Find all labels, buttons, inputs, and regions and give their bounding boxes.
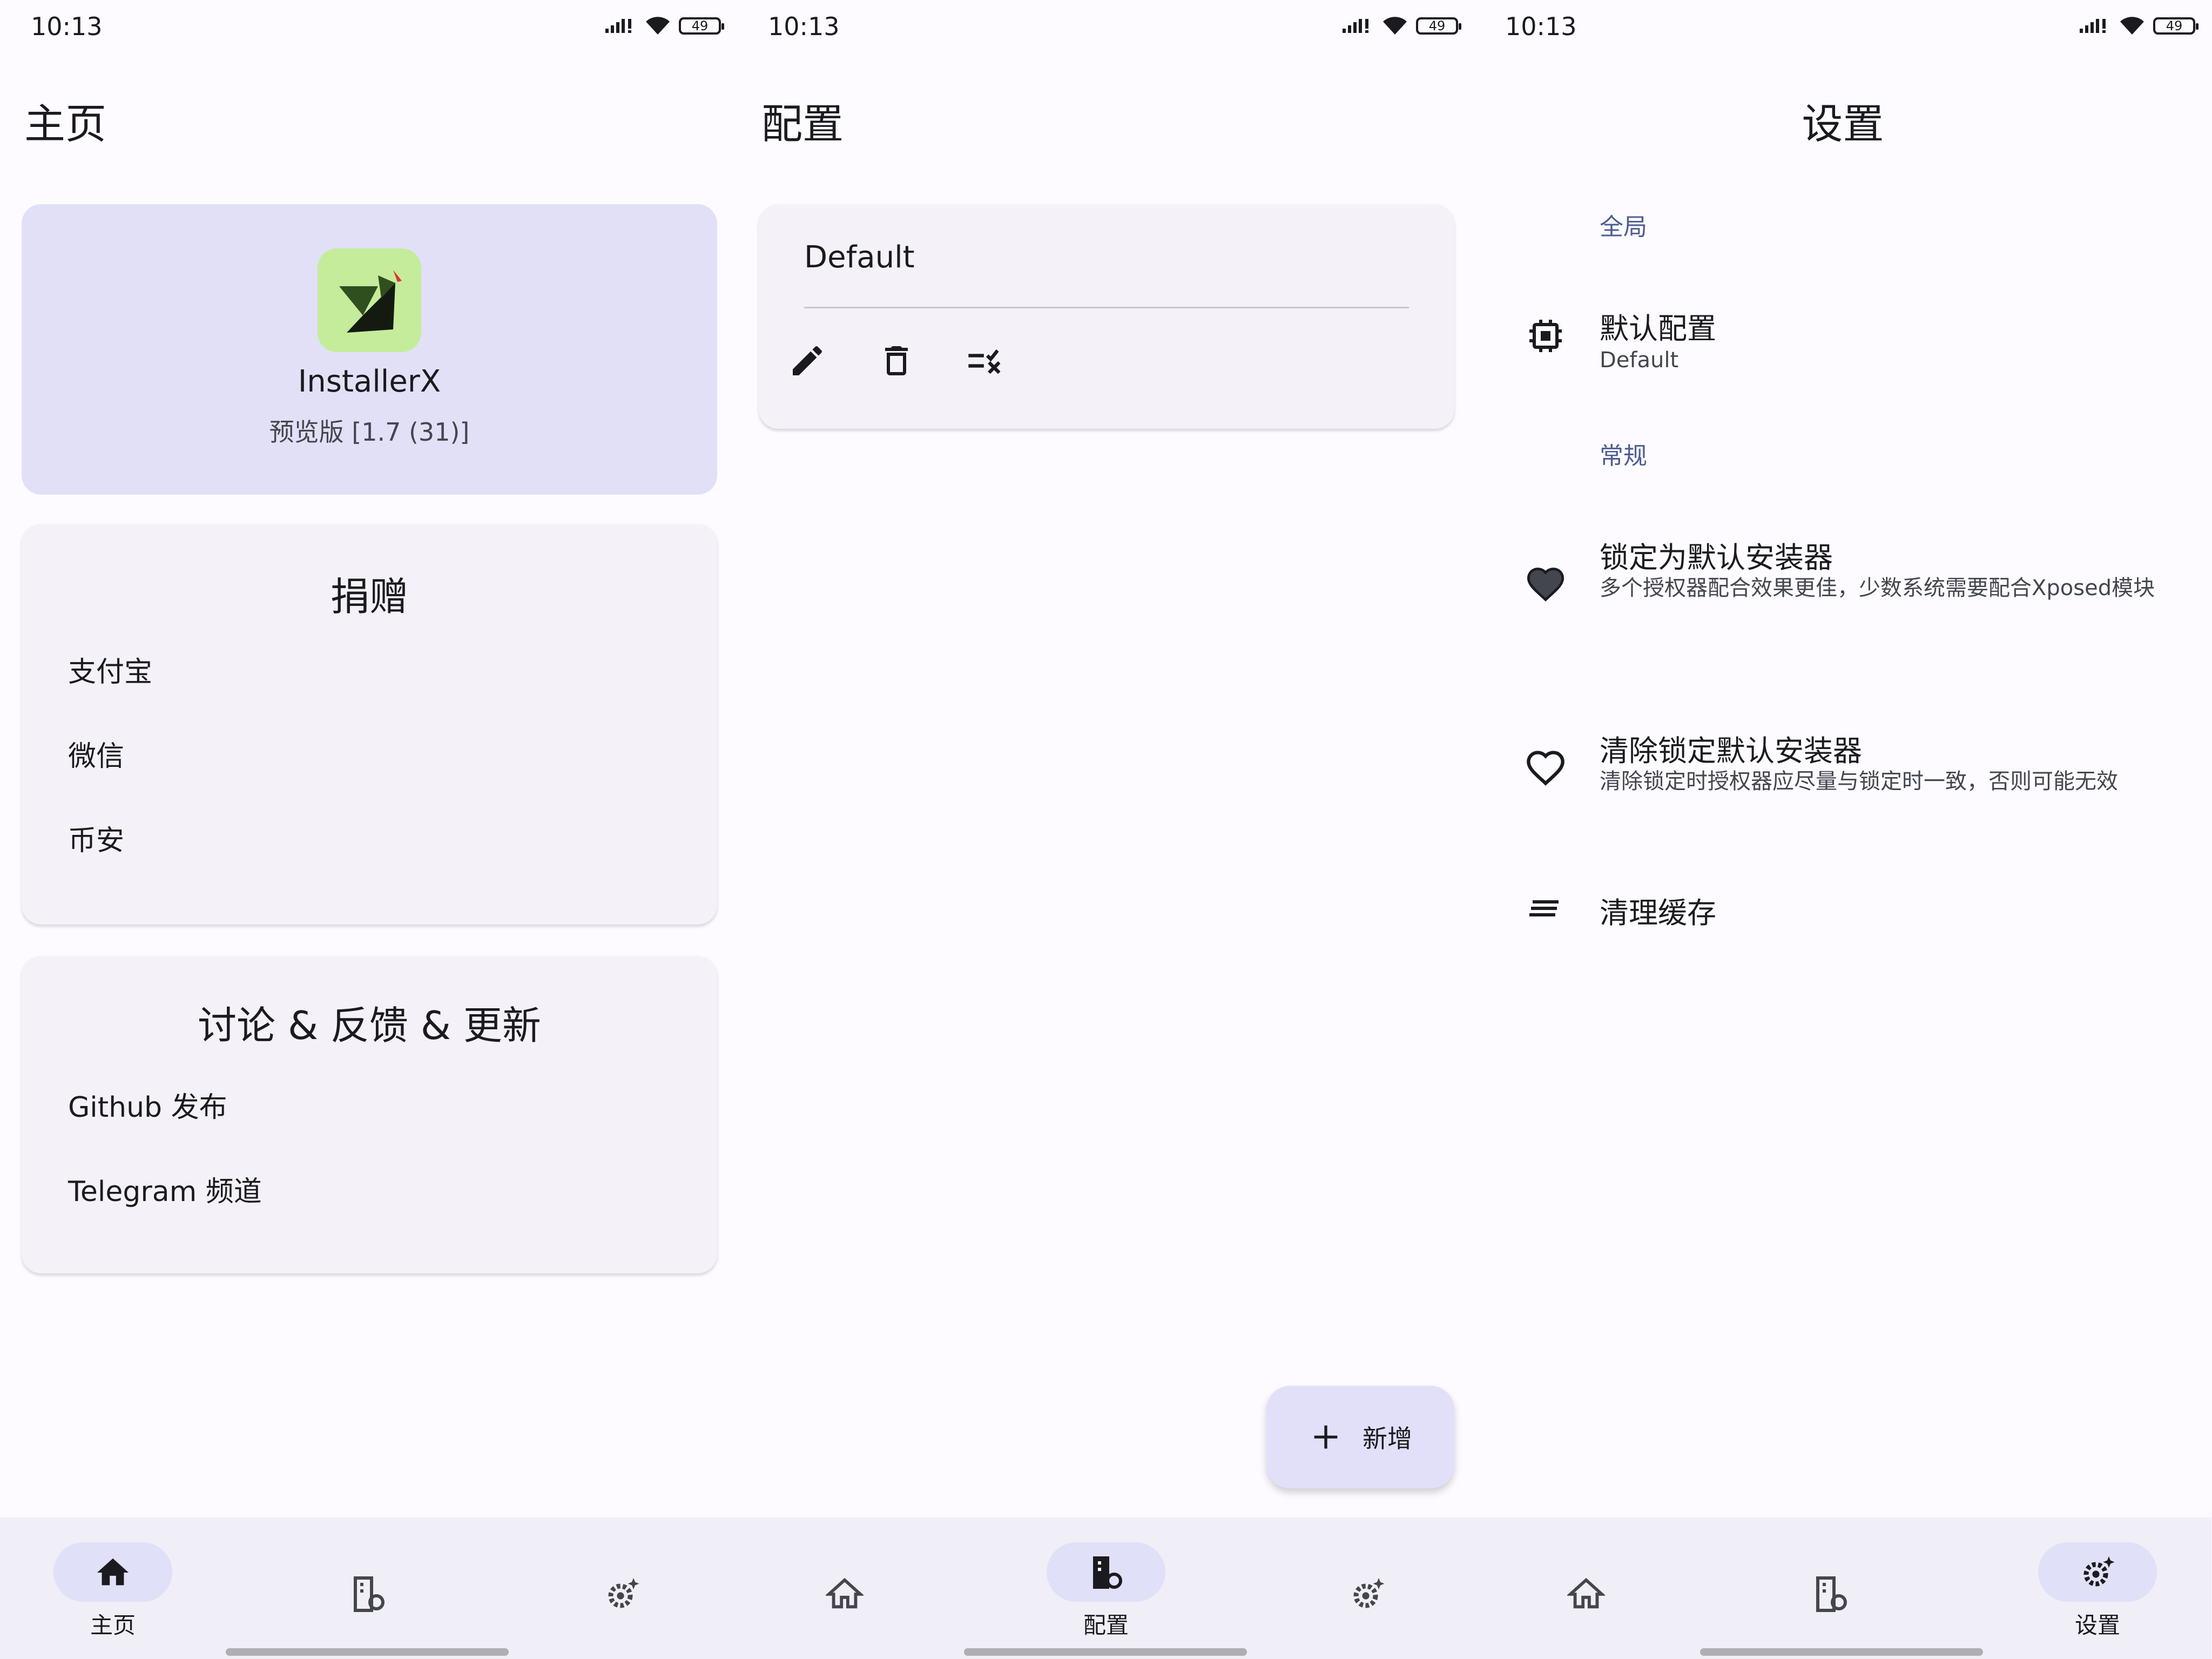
section-label-global: 全局 xyxy=(1600,213,1647,241)
setting-subtitle: Default xyxy=(1600,348,1679,373)
trash-icon xyxy=(885,346,908,375)
home-icon xyxy=(1563,1572,1609,1617)
home-indicator[interactable] xyxy=(964,1648,1247,1656)
profile-name: Default xyxy=(804,240,915,275)
wifi-icon xyxy=(1383,17,1407,35)
nav-item-settings[interactable] xyxy=(1229,1518,1474,1659)
app-version: 预览版 [1.7 (31)] xyxy=(269,417,470,447)
plus-icon xyxy=(1314,1425,1338,1449)
discuss-item-github[interactable]: Github 发布 xyxy=(68,1084,227,1125)
pencil-icon xyxy=(793,346,822,375)
setting-clear-cache[interactable]: 清理缓存 xyxy=(1474,875,2211,945)
donate-item-wechat[interactable]: 微信 xyxy=(68,733,124,774)
checklist-icon xyxy=(968,349,1001,374)
signal-icon xyxy=(605,19,631,33)
donate-item-binance[interactable]: 币安 xyxy=(68,818,124,858)
config-icon xyxy=(346,1572,391,1617)
setting-title: 清除锁定默认安装器 xyxy=(1600,734,1862,768)
nav-item-config[interactable] xyxy=(246,1518,491,1659)
page-title: 设置 xyxy=(1802,100,1884,148)
config-icon xyxy=(1083,1550,1129,1595)
nav-item-home[interactable]: 主页 xyxy=(0,1518,246,1659)
divider xyxy=(804,307,1409,308)
setting-default-config[interactable]: 默认配置 Default xyxy=(1474,292,2211,389)
page-title: 主页 xyxy=(24,100,106,148)
app-name: InstallerX xyxy=(298,364,441,399)
heart-outline-icon xyxy=(1524,746,1567,790)
settings-icon xyxy=(599,1572,645,1617)
nav-item-home[interactable] xyxy=(737,1518,983,1659)
setting-unlock-installer[interactable]: 清除锁定默认安装器 清除锁定时授权器应尽量与锁定时一致，否则可能无效 xyxy=(1474,718,2211,815)
donate-item-alipay[interactable]: 支付宝 xyxy=(68,649,152,690)
discuss-item-telegram[interactable]: Telegram 频道 xyxy=(68,1169,262,1209)
bottom-nav: 主页 xyxy=(0,1518,737,1659)
delete-button[interactable] xyxy=(869,334,923,388)
setting-title: 清理缓存 xyxy=(1600,896,1716,930)
nav-label-home: 主页 xyxy=(90,1612,136,1638)
setting-lock-installer[interactable]: 锁定为默认安装器 多个授权器配合效果更佳，少数系统需要配合Xposed模块 xyxy=(1474,524,2211,643)
battery-icon: 49 xyxy=(2153,17,2198,35)
apply-button[interactable] xyxy=(959,334,1013,388)
status-icons: 49 xyxy=(2079,15,2198,37)
fab-label: 新增 xyxy=(1363,1424,1412,1453)
home-icon xyxy=(822,1572,867,1617)
settings-icon xyxy=(2075,1550,2120,1595)
edit-button[interactable] xyxy=(780,334,834,388)
clear-all-icon xyxy=(1524,887,1567,930)
home-indicator[interactable] xyxy=(226,1648,509,1656)
home-icon xyxy=(90,1550,136,1595)
heart-filled-icon xyxy=(1524,563,1567,606)
bottom-nav: 设置 xyxy=(1474,1518,2211,1659)
settings-screen: 10:13 49 设置 全局 默认配置 Default 常规 锁定为默认安装器 … xyxy=(1474,0,2211,1659)
wifi-icon xyxy=(2120,17,2144,35)
config-screen: 10:13 49 配置 Default 新增 配置 xyxy=(737,0,1474,1659)
donate-title: 捐赠 xyxy=(330,574,408,619)
setting-title: 锁定为默认安装器 xyxy=(1600,541,1833,575)
profile-card[interactable]: Default xyxy=(759,204,1454,429)
nav-item-home[interactable] xyxy=(1474,1518,1720,1659)
donate-card: 捐赠 支付宝 微信 币安 xyxy=(22,524,717,925)
nav-item-config[interactable]: 配置 xyxy=(983,1518,1229,1659)
status-time: 10:13 xyxy=(31,12,103,41)
wifi-icon xyxy=(646,17,670,35)
home-indicator[interactable] xyxy=(1700,1648,1983,1656)
setting-subtitle: 清除锁定时授权器应尽量与锁定时一致，否则可能无效 xyxy=(1600,769,2118,794)
signal-icon xyxy=(2080,19,2106,33)
setting-subtitle: 多个授权器配合效果更佳，少数系统需要配合Xposed模块 xyxy=(1600,576,2155,601)
nav-item-settings[interactable]: 设置 xyxy=(1966,1518,2211,1659)
discuss-title: 讨论 & 反馈 & 更新 xyxy=(198,1003,541,1048)
status-time: 10:13 xyxy=(1505,12,1577,41)
battery-icon: 49 xyxy=(1416,17,1461,35)
section-label-general: 常规 xyxy=(1600,442,1647,470)
config-icon xyxy=(1808,1572,1853,1617)
nav-label-settings: 设置 xyxy=(2074,1612,2120,1638)
chip-icon xyxy=(1524,314,1567,358)
home-screen: 10:13 49 主页 InstallerX 预览版 [1.7 (31)] 捐赠… xyxy=(0,0,737,1659)
app-logo-icon xyxy=(318,248,421,352)
bottom-nav: 配置 xyxy=(737,1518,1474,1659)
status-time: 10:13 xyxy=(768,12,840,41)
page-title: 配置 xyxy=(761,100,844,148)
signal-icon xyxy=(1343,19,1368,33)
nav-item-settings[interactable] xyxy=(491,1518,737,1659)
add-profile-button[interactable]: 新增 xyxy=(1266,1386,1454,1488)
discuss-card: 讨论 & 反馈 & 更新 Github 发布 Telegram 频道 xyxy=(22,956,717,1273)
app-info-card: InstallerX 预览版 [1.7 (31)] xyxy=(22,204,717,495)
nav-item-config[interactable] xyxy=(1720,1518,1966,1659)
status-icons: 49 xyxy=(604,15,724,37)
status-icons: 49 xyxy=(1341,15,1461,37)
setting-title: 默认配置 xyxy=(1600,312,1716,346)
nav-label-config: 配置 xyxy=(1083,1612,1129,1638)
settings-icon xyxy=(1345,1572,1390,1617)
battery-icon: 49 xyxy=(679,17,724,35)
